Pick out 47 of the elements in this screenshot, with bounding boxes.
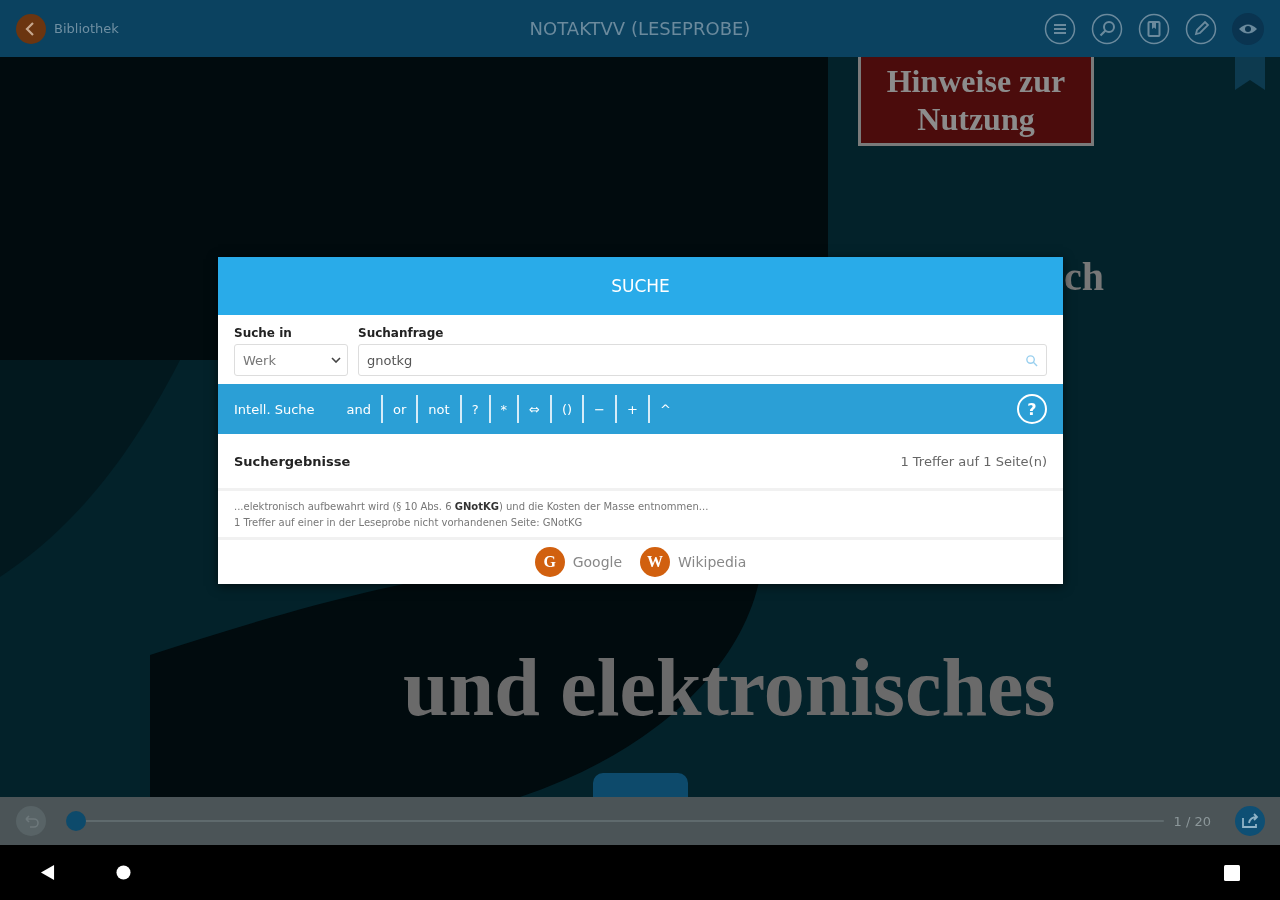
smart-search-label: Intell. Suche: [234, 401, 315, 417]
pencil-icon[interactable]: [1185, 12, 1217, 45]
cover-title: und elektronisches: [403, 641, 1056, 735]
slider-thumb[interactable]: [66, 811, 86, 831]
recents-icon[interactable]: [1224, 864, 1240, 881]
operator-button[interactable]: and: [336, 395, 381, 423]
page-indicator: 1 / 20: [1173, 813, 1211, 829]
back-icon: [16, 13, 46, 44]
result-snippet: ...elektronisch aufbewahrt wird (§ 10 Abs. 6 GNotKG) und die Kosten der Masse entnommen...: [234, 500, 710, 514]
search-icon[interactable]: [1091, 12, 1123, 45]
cover-text: ch: [1064, 253, 1104, 300]
search-link[interactable]: G Google: [534, 547, 623, 577]
operator-button[interactable]: ⇔: [519, 395, 550, 423]
book-icon[interactable]: [1138, 12, 1170, 45]
operator-button[interactable]: *: [490, 395, 518, 423]
scope-dropdown[interactable]: Werk: [234, 344, 348, 376]
share-icon[interactable]: [1235, 806, 1265, 836]
search-icon: [1025, 354, 1038, 367]
operator-button[interactable]: not: [418, 395, 460, 423]
operator-button[interactable]: ?: [461, 395, 489, 423]
dialog-title: SUCHE: [218, 257, 1063, 315]
results-count: 1 Treffer auf 1 Seite(n): [900, 453, 1047, 469]
operator-button[interactable]: −: [584, 395, 615, 423]
eye-icon[interactable]: [1232, 12, 1264, 45]
home-icon[interactable]: [116, 865, 131, 880]
operator-button[interactable]: ^: [649, 395, 681, 423]
undo-icon[interactable]: [16, 806, 46, 836]
field-label: Suche in: [234, 326, 293, 340]
search-field[interactable]: gnotkg: [358, 344, 1047, 376]
caret-icon: [331, 357, 341, 363]
back-button[interactable]: Bibliothek: [16, 13, 119, 44]
list-icon[interactable]: [1044, 12, 1076, 45]
results-heading: Suchergebnisse: [234, 453, 351, 469]
field-label: Suchanfrage: [358, 326, 445, 340]
result-note: 1 Treffer auf einer in der Leseprobe nicht vorhandenen Seite: GNotKG: [234, 516, 584, 530]
operator-button[interactable]: (): [551, 395, 583, 423]
window-title: NOTAKTVV (LESEPROBE): [529, 18, 751, 39]
search-result[interactable]: ...elektronisch aufbewahrt wird (§ 10 Abs. 6 GNotKG) und die Kosten der Masse entnommen... 1 Treffer auf einer in der Leseprobe nicht vorhandenen Seite: GNotKG: [218, 491, 1063, 540]
letter-icon: W: [640, 547, 671, 577]
back-icon[interactable]: [40, 864, 55, 881]
notice-label: Hinweise zur Nutzung: [858, 57, 1094, 146]
letter-icon: G: [534, 547, 565, 577]
operator-button[interactable]: or: [383, 395, 417, 423]
operator-button[interactable]: +: [617, 395, 648, 423]
page-handle[interactable]: [593, 773, 688, 797]
search-link[interactable]: W Wikipedia: [640, 547, 747, 577]
help-button[interactable]: ?: [1017, 394, 1047, 424]
